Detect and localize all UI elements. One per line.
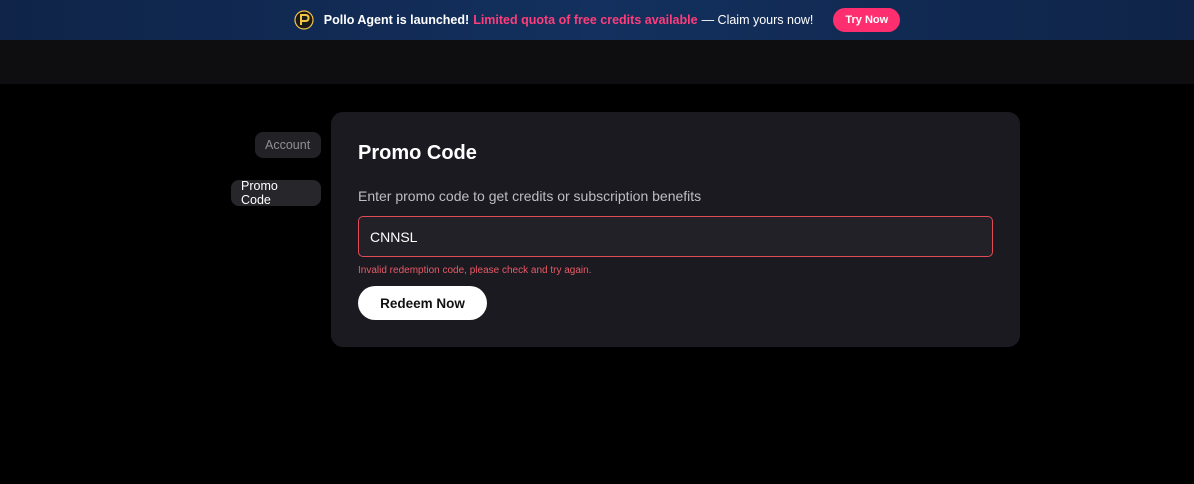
sidebar-item-promo-code[interactable]: Promo Code — [231, 179, 321, 207]
error-message: Invalid redemption code, please check an… — [358, 265, 592, 276]
promo-code-input[interactable] — [358, 216, 993, 257]
sidebar-item-account[interactable]: Account — [255, 132, 321, 158]
announcement-highlight: Limited quota of free credits available — [473, 13, 698, 27]
sidebar-item-label: Account — [265, 138, 311, 152]
top-navigation-bar — [0, 40, 1194, 84]
sidebar-item-label: Promo Code — [241, 179, 278, 207]
try-now-button[interactable]: Try Now — [833, 8, 901, 32]
announcement-rest: — Claim yours now! — [701, 13, 814, 27]
announcement-title: Pollo Agent is launched! — [323, 13, 470, 27]
promo-description: Enter promo code to get credits or subsc… — [358, 188, 702, 204]
promo-code-card: Promo Code Enter promo code to get credi… — [331, 112, 1020, 347]
redeem-now-button[interactable]: Redeem Now — [358, 286, 487, 320]
announcement-banner: Pollo Agent is launched! Limited quota o… — [0, 0, 1194, 40]
pollo-logo-icon — [294, 10, 314, 30]
page-title: Promo Code — [358, 142, 477, 164]
